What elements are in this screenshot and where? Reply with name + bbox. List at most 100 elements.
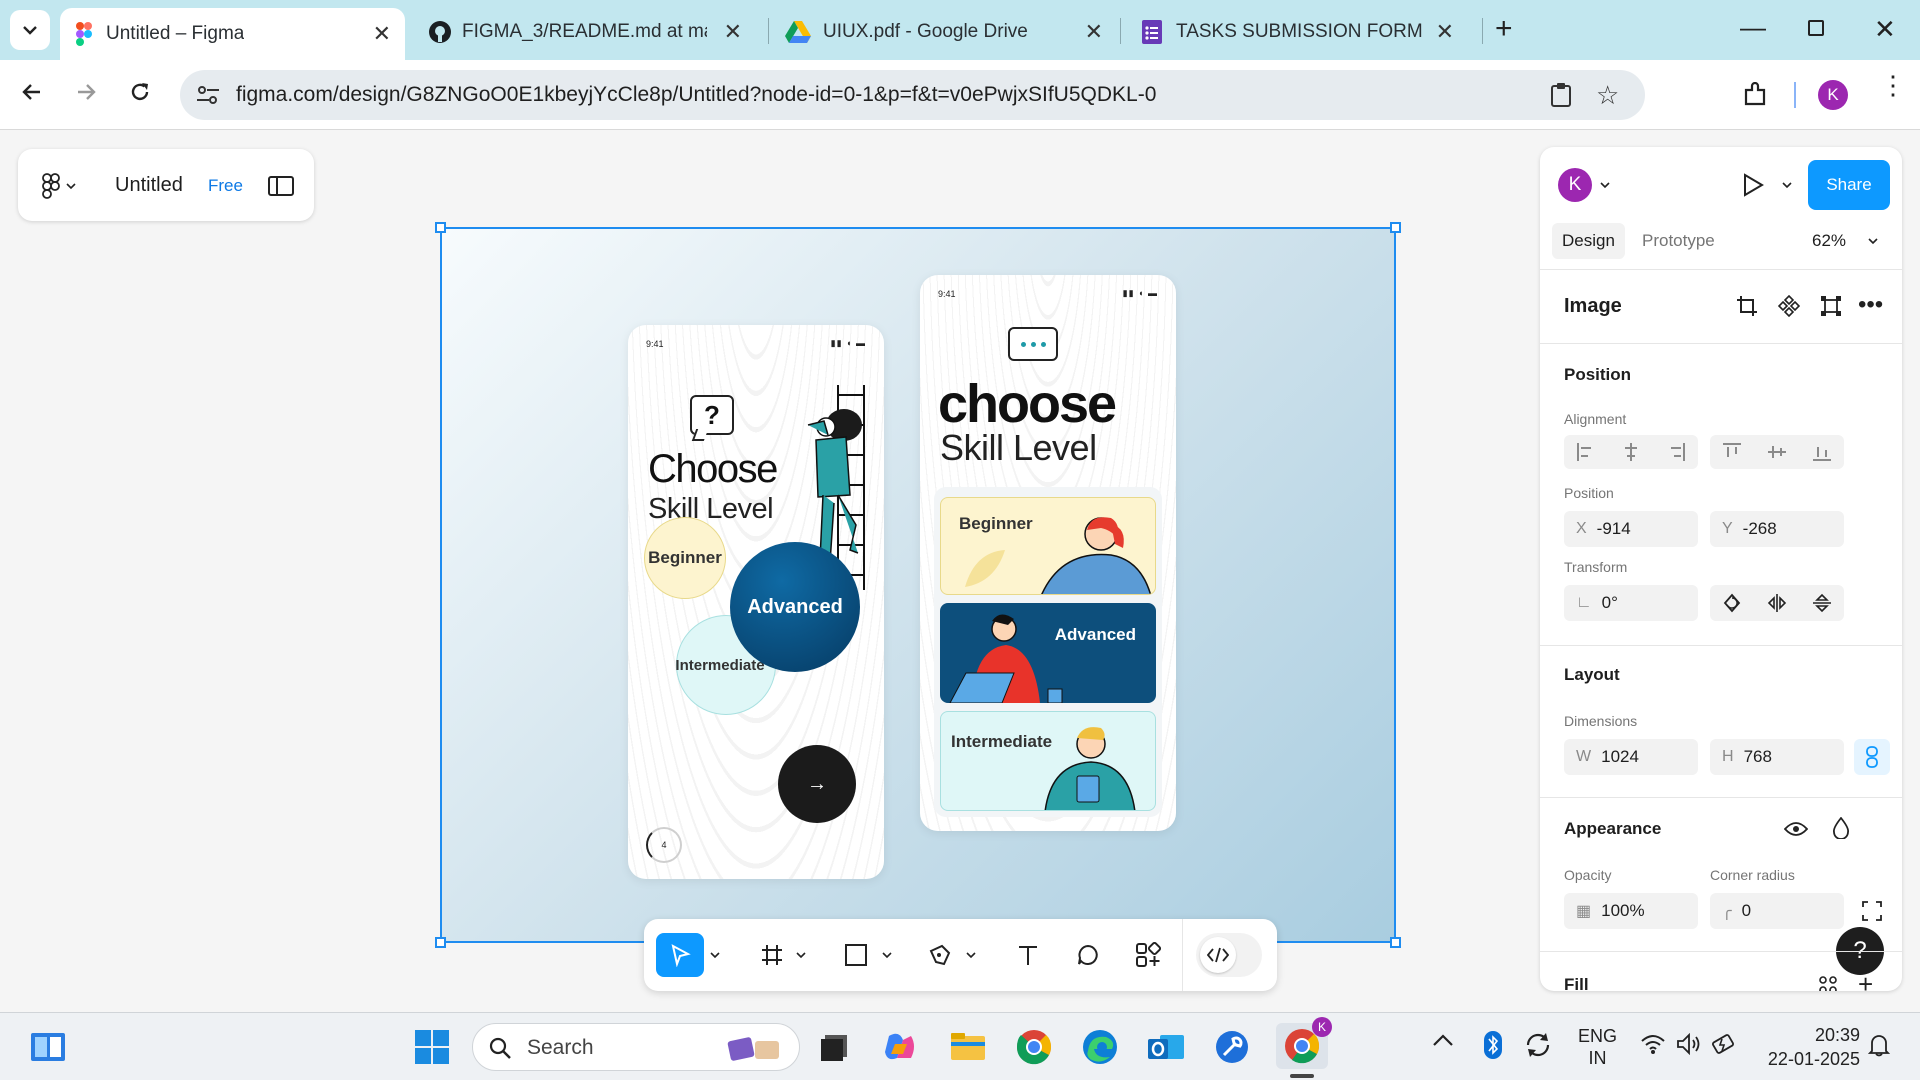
- user-avatar[interactable]: K: [1558, 168, 1592, 202]
- rotation-field[interactable]: ∟ 0°: [1564, 585, 1698, 621]
- sync-icon[interactable]: [1524, 1031, 1552, 1059]
- toggle-sidebar-icon[interactable]: [268, 175, 294, 197]
- chevron-down-icon[interactable]: [880, 933, 894, 977]
- beginner-bubble[interactable]: Beginner: [644, 517, 726, 599]
- move-tool-button[interactable]: [656, 933, 704, 977]
- chevron-down-icon[interactable]: [708, 933, 722, 977]
- chrome-icon[interactable]: [1014, 1027, 1054, 1067]
- rectangle-tool-button[interactable]: [834, 933, 878, 977]
- site-info-icon[interactable]: [196, 84, 220, 106]
- file-name[interactable]: Untitled: [115, 174, 183, 197]
- chevron-down-icon[interactable]: [794, 933, 808, 977]
- width-field[interactable]: W 1024: [1564, 739, 1698, 775]
- actions-tool-button[interactable]: [1126, 933, 1170, 977]
- resize-handle[interactable]: [1390, 937, 1401, 948]
- clipboard-icon[interactable]: [1550, 82, 1572, 108]
- main-menu-button[interactable]: [42, 173, 76, 199]
- advanced-card[interactable]: Advanced: [940, 603, 1156, 703]
- x-position-field[interactable]: X -914: [1564, 511, 1698, 547]
- close-tab-icon[interactable]: ✕: [1436, 19, 1454, 45]
- chevron-down-icon[interactable]: [1868, 237, 1878, 245]
- rotate-icon[interactable]: [1722, 593, 1742, 613]
- height-field[interactable]: H 768: [1710, 739, 1844, 775]
- windows-start-icon[interactable]: [412, 1027, 452, 1067]
- align-left-icon[interactable]: [1576, 442, 1596, 462]
- language-indicator[interactable]: ENG IN: [1578, 1025, 1617, 1069]
- y-position-field[interactable]: Y -268: [1710, 511, 1844, 547]
- address-bar[interactable]: figma.com/design/G8ZNGoO0E1kbeyjYcCle8p/…: [180, 70, 1645, 120]
- dev-mode-toggle[interactable]: [1196, 933, 1262, 977]
- comment-tool-button[interactable]: [1066, 933, 1110, 977]
- resize-handle[interactable]: [435, 937, 446, 948]
- wifi-icon[interactable]: [1640, 1033, 1666, 1055]
- tab-design[interactable]: Design: [1552, 223, 1625, 259]
- resize-handle[interactable]: [435, 222, 446, 233]
- copilot-icon[interactable]: [880, 1027, 920, 1067]
- align-center-icon[interactable]: [1621, 442, 1641, 462]
- file-explorer-icon[interactable]: [948, 1027, 988, 1067]
- beginner-card[interactable]: Beginner: [940, 497, 1156, 595]
- zoom-level[interactable]: 62%: [1812, 231, 1846, 251]
- extensions-icon[interactable]: [1742, 82, 1768, 108]
- restore-button[interactable]: [1808, 20, 1824, 36]
- notifications-icon[interactable]: [1868, 1033, 1890, 1057]
- intermediate-card[interactable]: Intermediate: [940, 711, 1156, 811]
- share-button[interactable]: Share: [1808, 160, 1890, 210]
- chrome-profile-icon[interactable]: K: [1276, 1017, 1332, 1069]
- outlook-icon[interactable]: [1146, 1027, 1186, 1067]
- new-tab-button[interactable]: +: [1495, 12, 1513, 46]
- tab-github[interactable]: FIGMA_3/README.md at main ✕: [420, 10, 760, 54]
- volume-icon[interactable]: [1676, 1033, 1702, 1055]
- edge-icon[interactable]: [1080, 1027, 1120, 1067]
- frame-tool-button[interactable]: [750, 933, 794, 977]
- resize-to-fit-icon[interactable]: [1820, 295, 1842, 317]
- align-right-icon[interactable]: [1666, 442, 1686, 462]
- text-tool-button[interactable]: [1006, 933, 1050, 977]
- styles-icon[interactable]: [1818, 975, 1838, 991]
- settings-tool-icon[interactable]: [1212, 1027, 1252, 1067]
- show-hidden-icons[interactable]: [1432, 1033, 1454, 1047]
- chevron-down-icon[interactable]: [1600, 181, 1610, 189]
- independent-corners-icon[interactable]: [1862, 901, 1882, 921]
- minimize-button[interactable]: —: [1740, 12, 1766, 43]
- battery-icon[interactable]: [1712, 1033, 1738, 1055]
- selected-image-frame[interactable]: 9:41 ▮▮ ◖ ▬ ? Choose Skill Level Beginne…: [435, 222, 1401, 948]
- close-tab-icon[interactable]: ✕: [373, 21, 391, 47]
- crop-icon[interactable]: [1736, 295, 1758, 317]
- flip-vertical-icon[interactable]: [1812, 593, 1832, 613]
- tab-google-forms[interactable]: TASKS SUBMISSION FORM ✕: [1128, 10, 1468, 54]
- task-view-icon[interactable]: [814, 1027, 854, 1067]
- align-middle-icon[interactable]: [1767, 442, 1787, 462]
- opacity-field[interactable]: ▦ 100%: [1564, 893, 1698, 929]
- profile-avatar[interactable]: K: [1818, 80, 1848, 110]
- widgets-icon[interactable]: [28, 1027, 68, 1067]
- close-tab-icon[interactable]: ✕: [724, 19, 742, 45]
- reload-button[interactable]: [128, 80, 152, 104]
- browser-menu-icon[interactable]: ⋮: [1880, 72, 1906, 98]
- tab-google-drive[interactable]: UIUX.pdf - Google Drive ✕: [775, 10, 1115, 54]
- align-bottom-icon[interactable]: [1812, 442, 1832, 462]
- more-options-icon[interactable]: •••: [1858, 291, 1883, 319]
- tab-prototype[interactable]: Prototype: [1642, 231, 1715, 251]
- close-window-button[interactable]: ✕: [1874, 14, 1896, 45]
- blend-mode-icon[interactable]: [1832, 817, 1850, 839]
- close-tab-icon[interactable]: ✕: [1085, 19, 1103, 45]
- chevron-down-icon[interactable]: [1782, 181, 1792, 189]
- bookmark-star-icon[interactable]: ☆: [1596, 80, 1619, 111]
- align-top-icon[interactable]: [1722, 442, 1742, 462]
- eye-icon[interactable]: [1784, 821, 1808, 837]
- play-icon[interactable]: [1742, 173, 1764, 197]
- back-button[interactable]: [20, 80, 44, 104]
- resize-handle[interactable]: [1390, 222, 1401, 233]
- taskbar-search-box[interactable]: Search: [472, 1023, 800, 1071]
- chevron-down-icon[interactable]: [964, 933, 978, 977]
- corner-radius-field[interactable]: ╭ 0: [1710, 893, 1844, 929]
- tab-figma[interactable]: Untitled – Figma ✕: [60, 8, 405, 60]
- flip-horizontal-icon[interactable]: [1767, 593, 1787, 613]
- bluetooth-icon[interactable]: [1484, 1031, 1502, 1059]
- forward-button[interactable]: [74, 80, 98, 104]
- clock[interactable]: 20:39 22-01-2025: [1758, 1023, 1860, 1071]
- add-fill-icon[interactable]: +: [1858, 969, 1873, 991]
- tab-search-button[interactable]: [10, 10, 50, 50]
- constrain-proportions-button[interactable]: [1854, 739, 1890, 775]
